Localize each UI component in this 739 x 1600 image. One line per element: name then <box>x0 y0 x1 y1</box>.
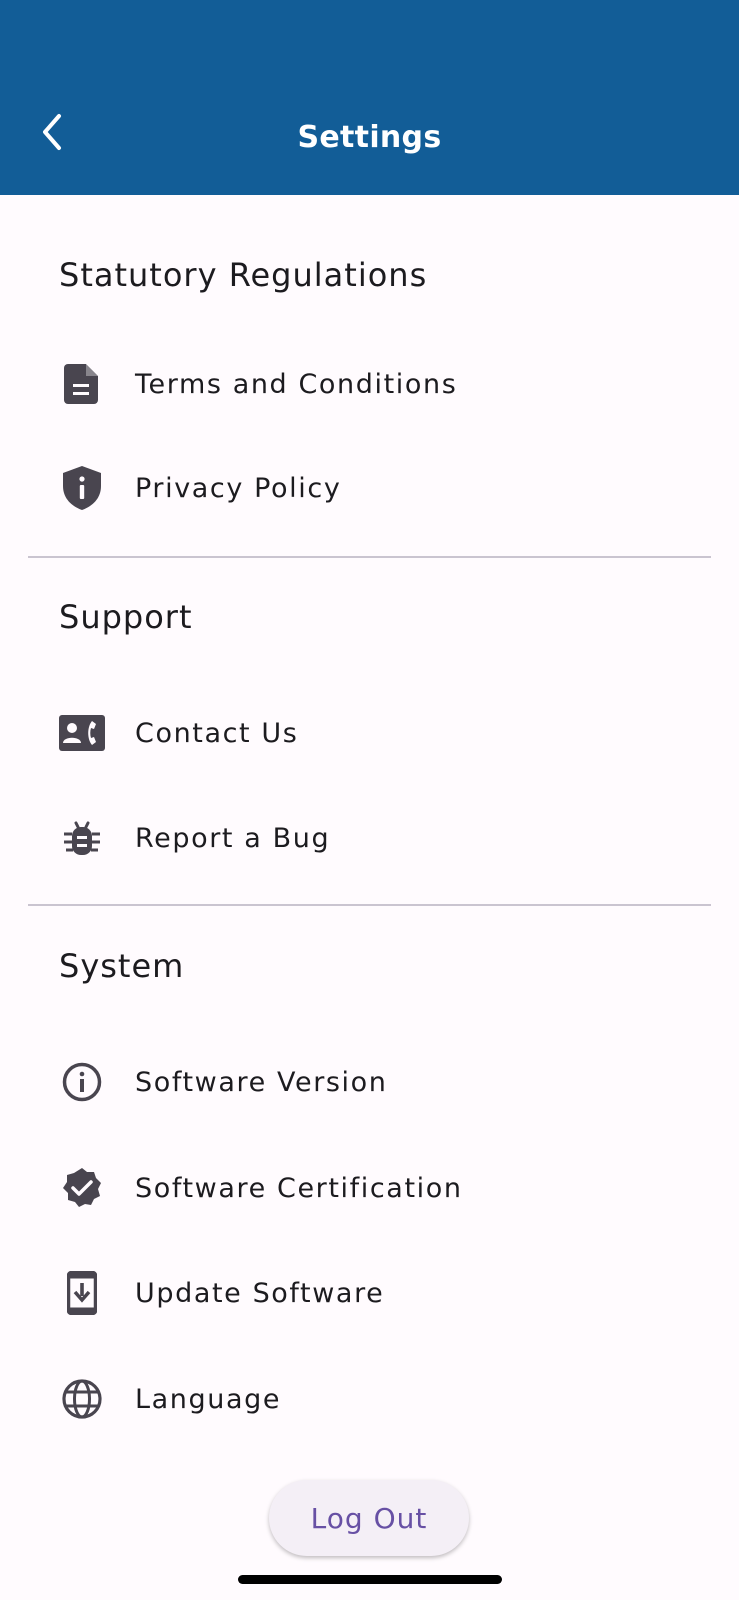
settings-item-label: Software Version <box>135 1066 388 1098</box>
settings-item-privacy-policy[interactable]: Privacy Policy <box>0 438 739 538</box>
settings-item-label: Update Software <box>135 1277 385 1309</box>
settings-item-label: Report a Bug <box>135 822 331 854</box>
globe-icon <box>58 1375 106 1423</box>
settings-item-software-version[interactable]: Software Version <box>0 1032 739 1132</box>
log-out-button[interactable]: Log Out <box>269 1480 469 1556</box>
home-indicator[interactable] <box>238 1575 502 1584</box>
settings-item-contact-us[interactable]: Contact Us <box>0 683 739 783</box>
settings-item-label: Software Certification <box>135 1172 463 1204</box>
section-title-system: System <box>59 947 185 985</box>
settings-item-terms-and-conditions[interactable]: Terms and Conditions <box>0 334 739 434</box>
settings-item-label: Privacy Policy <box>135 472 342 504</box>
page-title: Settings <box>297 120 442 155</box>
section-title-statutory-regulations: Statutory Regulations <box>59 256 428 294</box>
bug-icon <box>58 814 106 862</box>
contact-phone-icon <box>58 709 106 757</box>
settings-item-language[interactable]: Language <box>0 1349 739 1449</box>
document-icon <box>58 360 106 408</box>
settings-item-report-a-bug[interactable]: Report a Bug <box>0 788 739 888</box>
system-update-icon <box>58 1269 106 1317</box>
section-title-support: Support <box>59 598 193 636</box>
divider <box>28 904 711 906</box>
verified-badge-icon <box>58 1164 106 1212</box>
settings-item-label: Terms and Conditions <box>135 368 458 400</box>
settings-item-label: Contact Us <box>135 717 299 749</box>
settings-item-label: Language <box>135 1383 282 1415</box>
divider <box>28 556 711 558</box>
app-bar: Settings <box>0 0 739 195</box>
settings-item-update-software[interactable]: Update Software <box>0 1243 739 1343</box>
shield-info-icon <box>58 464 106 512</box>
settings-item-software-certification[interactable]: Software Certification <box>0 1138 739 1238</box>
info-icon <box>58 1058 106 1106</box>
